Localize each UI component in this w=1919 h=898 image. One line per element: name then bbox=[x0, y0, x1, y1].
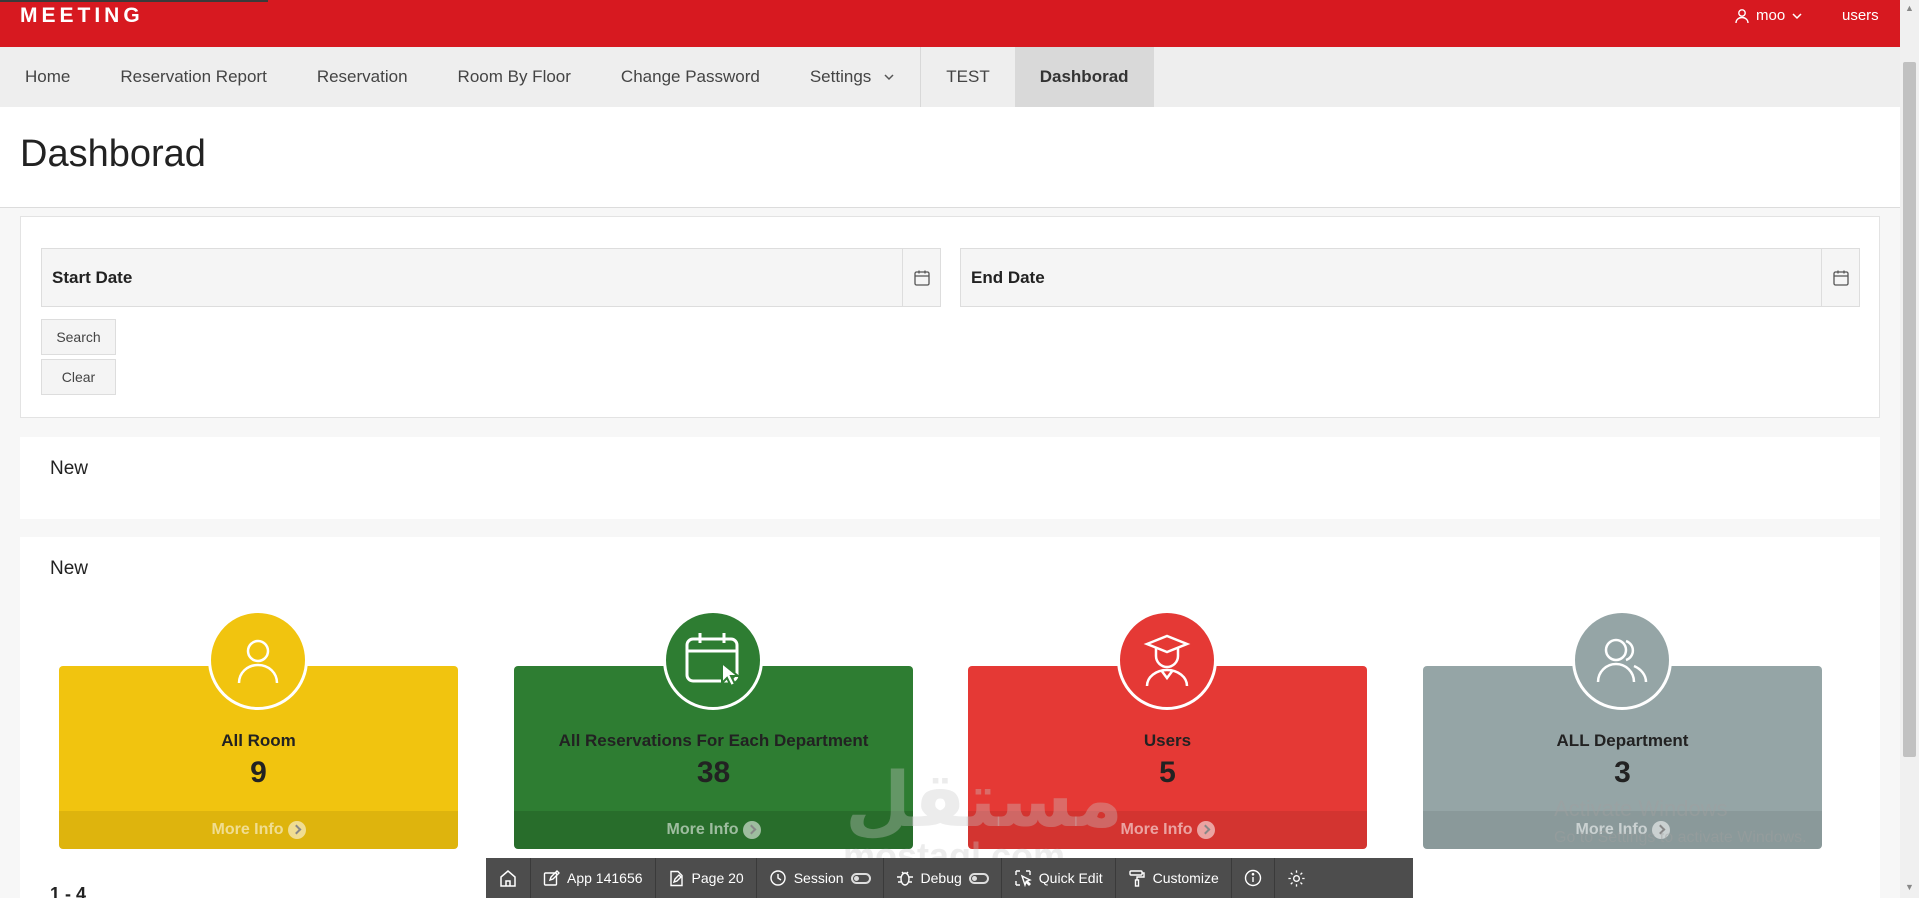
nav-item-home[interactable]: Home bbox=[0, 47, 95, 107]
page-edit-icon bbox=[669, 870, 683, 886]
app-brand[interactable]: MEETING bbox=[20, 4, 144, 28]
title-bar: Dashborad bbox=[0, 107, 1900, 208]
card-label: All Room bbox=[221, 731, 296, 750]
user-name: moo bbox=[1756, 7, 1786, 24]
nav-item-reservation[interactable]: Reservation bbox=[292, 47, 433, 107]
session-icon bbox=[770, 870, 786, 886]
user-menu[interactable]: moo bbox=[1734, 7, 1803, 24]
page-button[interactable]: Page 20 bbox=[656, 858, 757, 898]
activate-windows-title: Activate Windows bbox=[1554, 796, 1728, 821]
chevron-right-circle-icon bbox=[287, 821, 306, 839]
bug-icon bbox=[896, 871, 913, 886]
start-date-picker-button[interactable] bbox=[902, 249, 940, 306]
home-button[interactable] bbox=[486, 858, 531, 898]
chevron-down-icon bbox=[884, 74, 894, 81]
end-date-field[interactable]: End Date bbox=[960, 248, 1860, 307]
card-label: Users bbox=[1143, 731, 1192, 750]
info-icon bbox=[1244, 869, 1261, 887]
nav-item-settings[interactable]: Settings bbox=[785, 47, 920, 107]
user-icon bbox=[1735, 8, 1749, 23]
edit-icon bbox=[543, 869, 560, 886]
developer-toolbar: App 141656 Page 20 Session Debug Quick E… bbox=[486, 858, 1413, 898]
session-button[interactable]: Session bbox=[757, 858, 884, 898]
calendar-pointer-icon bbox=[663, 610, 763, 710]
page-title: Dashborad bbox=[20, 133, 206, 175]
nav-item-room-by-floor[interactable]: Room By Floor bbox=[433, 47, 596, 107]
chevron-down-icon bbox=[1792, 12, 1802, 19]
debug-toggle[interactable] bbox=[968, 872, 989, 884]
more-info-label: More Info bbox=[211, 821, 284, 838]
debug-button[interactable]: Debug bbox=[884, 858, 1002, 898]
new-region-1: New bbox=[20, 437, 1880, 519]
settings-button[interactable] bbox=[1275, 858, 1318, 898]
start-date-label: Start Date bbox=[52, 268, 133, 287]
chevron-right-circle-icon bbox=[742, 821, 761, 839]
debug-label: Debug bbox=[920, 870, 962, 886]
page-label: Page 20 bbox=[691, 870, 744, 886]
quick-edit-icon bbox=[1015, 870, 1032, 887]
customize-button[interactable]: Customize bbox=[1116, 858, 1232, 898]
graduate-icon bbox=[1117, 610, 1217, 710]
nav-item-change-password[interactable]: Change Password bbox=[596, 47, 785, 107]
pagination-info: 1 - 4 bbox=[50, 884, 87, 898]
customize-label: Customize bbox=[1152, 870, 1219, 886]
app-label: App 141656 bbox=[567, 870, 643, 886]
header-strip bbox=[0, 0, 268, 2]
end-date-picker-button[interactable] bbox=[1821, 249, 1859, 306]
search-button[interactable]: Search bbox=[41, 319, 116, 355]
card-label: All Reservations For Each Department bbox=[558, 731, 869, 750]
more-info-label: More Info bbox=[1120, 821, 1193, 838]
watermark-arabic: مستقل bbox=[845, 758, 1123, 843]
start-date-field[interactable]: Start Date bbox=[41, 248, 941, 307]
scroll-up-arrow-icon[interactable]: ▲ bbox=[1905, 3, 1914, 13]
quick-edit-button[interactable]: Quick Edit bbox=[1002, 858, 1116, 898]
session-toggle[interactable] bbox=[850, 872, 871, 884]
scroll-down-arrow-icon[interactable]: ▼ bbox=[1905, 882, 1914, 892]
nav-item-test[interactable]: TEST bbox=[921, 47, 1014, 107]
session-label: Session bbox=[793, 870, 844, 886]
app-button[interactable]: App 141656 bbox=[531, 858, 656, 898]
quick-edit-label: Quick Edit bbox=[1038, 870, 1103, 886]
more-info-link[interactable]: More Info bbox=[59, 811, 458, 849]
home-icon bbox=[500, 870, 516, 887]
gear-icon bbox=[1288, 869, 1305, 887]
chevron-right-circle-icon bbox=[1196, 821, 1215, 839]
nav-item-settings-label: Settings bbox=[809, 67, 872, 86]
region-title: New bbox=[50, 458, 89, 479]
paint-roller-icon bbox=[1128, 870, 1145, 887]
scrollbar-thumb[interactable] bbox=[1903, 62, 1916, 757]
region-title: New bbox=[50, 558, 89, 579]
card-value: 3 bbox=[1614, 756, 1631, 789]
info-button[interactable] bbox=[1232, 858, 1275, 898]
calendar-icon bbox=[913, 270, 930, 286]
card-value: 9 bbox=[250, 756, 267, 789]
nav-item-dashboard[interactable]: Dashborad bbox=[1014, 47, 1154, 107]
end-date-label: End Date bbox=[971, 268, 1045, 287]
filter-region: Start Date End Date Search Clear bbox=[20, 216, 1880, 418]
user-icon bbox=[208, 610, 308, 710]
users-group-icon bbox=[1572, 610, 1672, 710]
clear-button[interactable]: Clear bbox=[41, 359, 116, 395]
more-info-label: More Info bbox=[666, 821, 739, 838]
vertical-scrollbar[interactable]: ▲ ▼ bbox=[1900, 0, 1919, 898]
nav-item-reservation-report[interactable]: Reservation Report bbox=[95, 47, 291, 107]
main-nav: Home Reservation Report Reservation Room… bbox=[0, 47, 1900, 107]
activate-windows-subtitle: Go to Settings to activate Windows. bbox=[1554, 829, 1807, 846]
top-header: MEETING moo users bbox=[0, 0, 1900, 47]
card-label: ALL Department bbox=[1556, 731, 1689, 750]
users-link[interactable]: users bbox=[1842, 7, 1879, 24]
calendar-icon bbox=[1832, 270, 1849, 286]
